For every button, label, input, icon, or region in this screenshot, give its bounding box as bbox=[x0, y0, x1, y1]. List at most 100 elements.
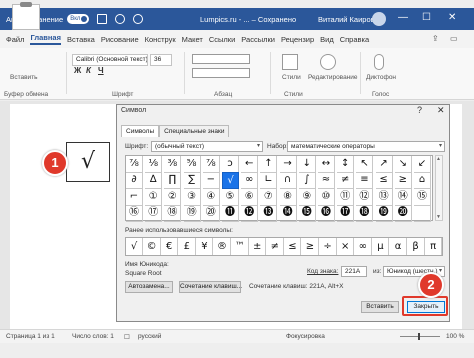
font-name-combo[interactable]: Calibri (Основной текст) bbox=[72, 54, 148, 66]
symbol-cell[interactable]: ↔ bbox=[318, 156, 335, 173]
symbol-cell[interactable]: ⑥ bbox=[241, 188, 259, 206]
recent-symbol-cell[interactable]: ® bbox=[214, 238, 231, 255]
tab-review[interactable]: Рецензир bbox=[281, 35, 314, 44]
symbol-cell[interactable]: ⑱ bbox=[164, 205, 182, 223]
symbol-cell[interactable]: ⅛ bbox=[145, 156, 163, 173]
symbol-grid-scrollbar[interactable] bbox=[435, 155, 443, 221]
recent-symbol-cell[interactable]: µ bbox=[372, 238, 390, 255]
symbol-cell[interactable]: ⑮ bbox=[414, 188, 431, 206]
italic-button[interactable]: К bbox=[86, 66, 91, 75]
symbol-cell[interactable] bbox=[414, 205, 431, 223]
symbol-cell[interactable]: ↘ bbox=[394, 156, 412, 173]
symbol-cell[interactable]: ↓ bbox=[298, 156, 316, 173]
symbol-cell[interactable]: ≠ bbox=[337, 172, 355, 190]
language[interactable]: русский bbox=[138, 333, 161, 340]
symbol-cell[interactable]: ∑ bbox=[183, 172, 201, 190]
insert-button[interactable]: Вставить bbox=[361, 301, 399, 313]
tab-references[interactable]: Ссылки bbox=[209, 35, 235, 44]
symbol-cell[interactable]: ⓫ bbox=[222, 205, 239, 223]
search-icon[interactable] bbox=[320, 54, 336, 70]
symbol-cell[interactable]: ⑤ bbox=[222, 188, 239, 206]
symbol-cell[interactable]: ⓳ bbox=[375, 205, 393, 223]
symbol-cell[interactable]: ∞ bbox=[241, 172, 259, 190]
symbol-cell[interactable]: ⑨ bbox=[298, 188, 316, 206]
recent-symbol-cell[interactable]: × bbox=[337, 238, 355, 255]
symbol-cell[interactable]: ⓯ bbox=[298, 205, 316, 223]
bold-button[interactable]: Ж bbox=[74, 66, 81, 75]
underline-button[interactable]: Ч bbox=[98, 66, 104, 75]
recent-symbol-cell[interactable]: ™ bbox=[232, 238, 249, 255]
help-icon[interactable]: ? bbox=[417, 105, 422, 115]
symbol-cell[interactable]: ③ bbox=[183, 188, 201, 206]
symbol-cell[interactable]: ⑭ bbox=[394, 188, 412, 206]
save-icon[interactable] bbox=[97, 14, 108, 24]
symbol-cell[interactable]: ∟ bbox=[260, 172, 278, 190]
avatar[interactable] bbox=[372, 12, 386, 26]
styles-label[interactable]: Стили bbox=[282, 74, 301, 81]
symbol-cell[interactable]: ⑧ bbox=[279, 188, 297, 206]
symbol-cell[interactable]: ↗ bbox=[375, 156, 393, 173]
symbol-cell[interactable]: ⓱ bbox=[337, 205, 355, 223]
symbol-cell[interactable]: ∫ bbox=[298, 172, 316, 190]
minimize-button[interactable]: — bbox=[398, 12, 408, 23]
undo-icon[interactable] bbox=[115, 14, 126, 24]
recent-symbol-cell[interactable]: ¥ bbox=[196, 238, 214, 255]
recent-symbol-cell[interactable]: π bbox=[425, 238, 443, 255]
symbol-cell[interactable]: ↖ bbox=[356, 156, 374, 173]
symbol-cell[interactable]: ⌂ bbox=[414, 172, 431, 190]
autosave-toggle[interactable]: Вкл bbox=[67, 14, 90, 24]
symbol-cell[interactable]: ⓰ bbox=[318, 205, 335, 223]
symbol-cell[interactable]: ⅞ bbox=[126, 156, 143, 173]
paragraph-align-icons[interactable] bbox=[192, 68, 250, 78]
symbol-cell[interactable]: ↄ bbox=[222, 156, 239, 173]
symbol-cell[interactable]: ⑬ bbox=[375, 188, 393, 206]
user-name[interactable]: Виталий Каиров bbox=[318, 15, 375, 24]
symbol-cell[interactable]: ⑩ bbox=[318, 188, 335, 206]
recent-symbol-cell[interactable]: © bbox=[144, 238, 161, 255]
symbol-cell[interactable]: ≡ bbox=[356, 172, 374, 190]
paste-icon[interactable] bbox=[12, 2, 40, 30]
tab-home[interactable]: Главная bbox=[30, 33, 61, 45]
share-icon[interactable]: ⇪ bbox=[432, 34, 439, 43]
symbol-cell[interactable]: ⓮ bbox=[279, 205, 297, 223]
zoom-slider[interactable] bbox=[400, 336, 440, 337]
symbol-cell[interactable]: ⅝ bbox=[183, 156, 201, 173]
zoom-slider-thumb[interactable] bbox=[418, 333, 420, 340]
recent-symbol-cell[interactable]: ≠ bbox=[267, 238, 284, 255]
tab-mailings[interactable]: Рассылки bbox=[241, 35, 275, 44]
autocorrect-button[interactable]: Автозамена... bbox=[125, 281, 173, 293]
tab-file[interactable]: Файл bbox=[6, 35, 24, 44]
recent-symbol-cell[interactable]: √ bbox=[126, 238, 143, 255]
comment-icon[interactable]: ▭ bbox=[450, 34, 458, 43]
symbol-cell[interactable]: ⓴ bbox=[394, 205, 412, 223]
symbol-cell[interactable]: ⑳ bbox=[202, 205, 220, 223]
recent-symbol-cell[interactable]: β bbox=[408, 238, 425, 255]
symbol-cell[interactable]: ⅞ bbox=[202, 156, 220, 173]
tab-layout[interactable]: Макет bbox=[182, 35, 203, 44]
dictate-label[interactable]: Диктофон bbox=[366, 74, 396, 81]
symbol-cell[interactable]: ⓲ bbox=[356, 205, 374, 223]
microphone-icon[interactable] bbox=[374, 54, 384, 70]
symbol-cell[interactable]: ⑲ bbox=[183, 205, 201, 223]
code-input[interactable]: 221A bbox=[341, 266, 367, 277]
tab-design[interactable]: Конструк bbox=[145, 35, 176, 44]
close-window-button[interactable]: ✕ bbox=[448, 12, 456, 23]
recent-symbol-cell[interactable]: ± bbox=[249, 238, 267, 255]
symbol-cell[interactable]: ↕ bbox=[337, 156, 355, 173]
symbol-cell[interactable]: − bbox=[202, 172, 220, 190]
symbol-cell[interactable]: ⌐ bbox=[126, 188, 143, 206]
tab-draw[interactable]: Рисование bbox=[101, 35, 139, 44]
recent-symbol-cell[interactable]: £ bbox=[179, 238, 196, 255]
symbol-cell[interactable]: → bbox=[279, 156, 297, 173]
symbol-cell[interactable]: ⅜ bbox=[164, 156, 182, 173]
symbol-cell[interactable]: ∩ bbox=[279, 172, 297, 190]
symbol-cell[interactable]: ∏ bbox=[164, 172, 182, 190]
symbol-cell[interactable]: ⑰ bbox=[145, 205, 163, 223]
page-count[interactable]: Страница 1 из 1 bbox=[6, 333, 55, 340]
dialog-close-icon[interactable]: ✕ bbox=[437, 105, 445, 116]
tab-special-chars[interactable]: Специальные знаки bbox=[159, 125, 230, 137]
symbol-cell[interactable]: ⑪ bbox=[337, 188, 355, 206]
maximize-button[interactable]: ☐ bbox=[422, 12, 431, 23]
symbol-cell[interactable]: ← bbox=[241, 156, 259, 173]
symbol-cell[interactable]: ⑫ bbox=[356, 188, 374, 206]
